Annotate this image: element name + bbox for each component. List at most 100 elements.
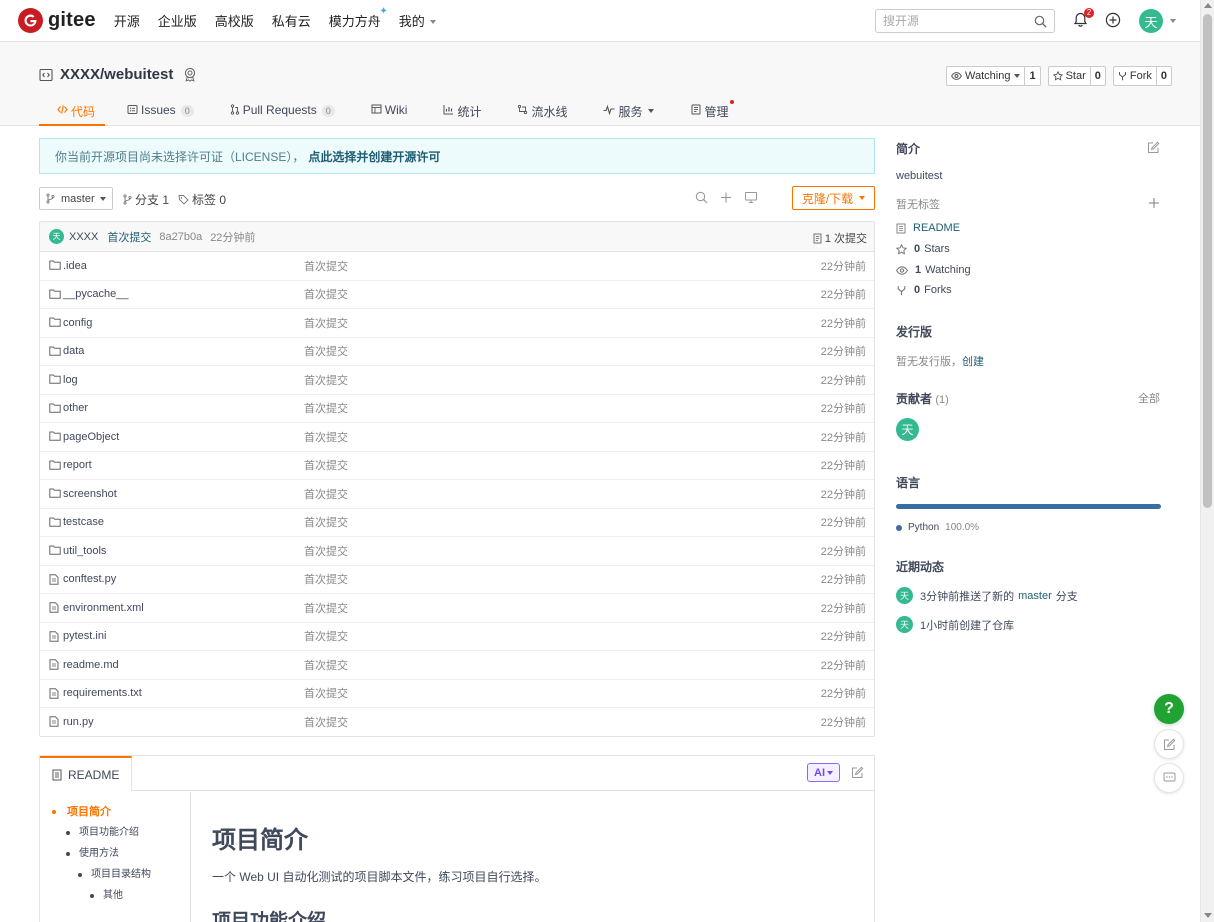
file-name[interactable]: pytest.ini bbox=[63, 630, 106, 642]
ai-button[interactable]: AI bbox=[807, 763, 840, 782]
notifications-button[interactable]: 2 bbox=[1073, 8, 1094, 28]
file-name[interactable]: log bbox=[63, 374, 78, 386]
commit-author-avatar[interactable]: 天 bbox=[49, 229, 64, 244]
file-row[interactable]: util_tools 首次提交 22分钟前 bbox=[40, 537, 874, 566]
fork-button[interactable]: Fork 0 bbox=[1112, 66, 1173, 86]
forks-stat[interactable]: 0 Forks bbox=[896, 284, 952, 296]
star-button[interactable]: Star 0 bbox=[1047, 66, 1106, 86]
file-search-icon[interactable] bbox=[695, 191, 708, 204]
nav-enterprise[interactable]: 企业版 bbox=[158, 11, 197, 30]
create-release-link[interactable]: 创建 bbox=[962, 356, 984, 368]
file-name[interactable]: run.py bbox=[63, 716, 94, 728]
search-box[interactable] bbox=[875, 9, 1055, 33]
nav-education[interactable]: 高校版 bbox=[215, 11, 254, 30]
file-name[interactable]: screenshot bbox=[63, 488, 117, 500]
branch-select[interactable]: master bbox=[39, 187, 113, 210]
repo-name[interactable]: XXXX/webuitest bbox=[60, 66, 173, 83]
file-name[interactable]: readme.md bbox=[63, 659, 119, 671]
branches-link[interactable]: 分支 1 bbox=[135, 191, 169, 208]
commit-count[interactable]: 1 次提交 bbox=[813, 230, 867, 246]
file-row[interactable]: log 首次提交 22分钟前 bbox=[40, 366, 874, 395]
file-commit-message[interactable]: 首次提交 bbox=[304, 685, 348, 701]
stars-stat[interactable]: 0 Stars bbox=[896, 243, 950, 255]
commit-sha[interactable]: 8a27b0a bbox=[159, 231, 202, 243]
tab-code[interactable]: 代码 bbox=[39, 97, 105, 126]
file-row[interactable]: other 首次提交 22分钟前 bbox=[40, 395, 874, 423]
user-avatar[interactable]: 天 bbox=[1139, 9, 1163, 33]
award-icon[interactable] bbox=[183, 67, 197, 82]
fork-count[interactable]: 0 bbox=[1157, 67, 1171, 85]
tab-stats[interactable]: 统计 bbox=[443, 97, 481, 126]
tab-pipeline[interactable]: 流水线 bbox=[517, 97, 567, 126]
toc-item[interactable]: 其他 bbox=[40, 890, 190, 911]
nav-mine[interactable]: 我的 bbox=[399, 11, 436, 30]
file-name[interactable]: report bbox=[63, 459, 92, 471]
file-row[interactable]: .idea 首次提交 22分钟前 bbox=[40, 252, 874, 281]
scroll-thumb[interactable] bbox=[1203, 14, 1212, 508]
toc-item[interactable]: 项目功能介绍 bbox=[40, 827, 190, 848]
tab-manage[interactable]: 管理 bbox=[691, 97, 734, 126]
activity-avatar[interactable]: 天 bbox=[896, 587, 913, 604]
file-row[interactable]: data 首次提交 22分钟前 bbox=[40, 338, 874, 366]
search-icon[interactable] bbox=[1034, 15, 1047, 28]
activity-branch-link[interactable]: master bbox=[1018, 590, 1052, 602]
activity-avatar[interactable]: 天 bbox=[896, 616, 913, 633]
file-commit-message[interactable]: 首次提交 bbox=[304, 571, 348, 587]
file-name[interactable]: data bbox=[63, 345, 84, 357]
file-row[interactable]: conftest.py 首次提交 22分钟前 bbox=[40, 566, 874, 594]
file-name[interactable]: other bbox=[63, 402, 88, 414]
create-new-button[interactable] bbox=[1105, 12, 1121, 28]
file-name[interactable]: requirements.txt bbox=[63, 687, 142, 699]
file-name[interactable]: config bbox=[63, 317, 92, 329]
file-commit-message[interactable]: 首次提交 bbox=[304, 543, 348, 559]
chat-button[interactable] bbox=[1154, 763, 1184, 793]
star-count[interactable]: 0 bbox=[1091, 67, 1105, 85]
readme-link[interactable]: README bbox=[896, 222, 960, 234]
toc-item[interactable]: 项目目录结构 bbox=[40, 869, 190, 890]
file-commit-message[interactable]: 首次提交 bbox=[304, 315, 348, 331]
file-commit-message[interactable]: 首次提交 bbox=[304, 343, 348, 359]
file-row[interactable]: testcase 首次提交 22分钟前 bbox=[40, 509, 874, 537]
file-row[interactable]: readme.md 首次提交 22分钟前 bbox=[40, 651, 874, 680]
watching-stat[interactable]: 1 Watching bbox=[896, 264, 971, 276]
tab-services[interactable]: 服务 bbox=[603, 97, 655, 126]
nav-private-cloud[interactable]: 私有云 bbox=[272, 11, 311, 30]
file-commit-message[interactable]: 首次提交 bbox=[304, 258, 348, 274]
file-commit-message[interactable]: 首次提交 bbox=[304, 400, 348, 416]
file-name[interactable]: __pycache__ bbox=[63, 288, 128, 300]
file-commit-message[interactable]: 首次提交 bbox=[304, 372, 348, 388]
toc-item[interactable]: 使用方法 bbox=[40, 848, 190, 869]
file-row[interactable]: report 首次提交 22分钟前 bbox=[40, 452, 874, 480]
toc-item[interactable]: 项目简介 bbox=[40, 806, 190, 827]
help-button[interactable]: ? bbox=[1154, 694, 1184, 724]
file-commit-message[interactable]: 首次提交 bbox=[304, 600, 348, 616]
file-commit-message[interactable]: 首次提交 bbox=[304, 486, 348, 502]
commit-author[interactable]: XXXX bbox=[69, 231, 98, 243]
commit-message[interactable]: 首次提交 bbox=[107, 229, 151, 245]
web-ide-icon[interactable] bbox=[744, 191, 758, 204]
file-commit-message[interactable]: 首次提交 bbox=[304, 657, 348, 673]
gitee-logo[interactable]: gitee bbox=[18, 8, 96, 33]
watch-button[interactable]: Watching 1 bbox=[946, 66, 1041, 86]
tab-issues[interactable]: Issues 0 bbox=[127, 97, 194, 126]
add-file-icon[interactable] bbox=[719, 191, 733, 204]
clone-download-button[interactable]: 克隆/下载 bbox=[792, 186, 875, 210]
file-name[interactable]: pageObject bbox=[63, 431, 119, 443]
edit-readme-icon[interactable] bbox=[851, 766, 864, 779]
file-commit-message[interactable]: 首次提交 bbox=[304, 286, 348, 302]
nav-moli-ark[interactable]: 模力方舟 ✦ bbox=[329, 6, 388, 30]
tags-link[interactable]: 标签 0 bbox=[192, 191, 226, 208]
file-name[interactable]: conftest.py bbox=[63, 573, 116, 585]
file-name[interactable]: environment.xml bbox=[63, 602, 144, 614]
contributor-avatar[interactable]: 天 bbox=[896, 418, 919, 441]
file-row[interactable]: __pycache__ 首次提交 22分钟前 bbox=[40, 281, 874, 309]
file-row[interactable]: run.py 首次提交 22分钟前 bbox=[40, 708, 874, 737]
file-name[interactable]: testcase bbox=[63, 516, 104, 528]
file-row[interactable]: screenshot 首次提交 22分钟前 bbox=[40, 480, 874, 509]
add-tag-icon[interactable] bbox=[1148, 197, 1160, 209]
file-commit-message[interactable]: 首次提交 bbox=[304, 714, 348, 730]
file-commit-message[interactable]: 首次提交 bbox=[304, 514, 348, 530]
file-commit-message[interactable]: 首次提交 bbox=[304, 628, 348, 644]
file-row[interactable]: pytest.ini 首次提交 22分钟前 bbox=[40, 623, 874, 651]
file-row[interactable]: pageObject 首次提交 22分钟前 bbox=[40, 423, 874, 452]
